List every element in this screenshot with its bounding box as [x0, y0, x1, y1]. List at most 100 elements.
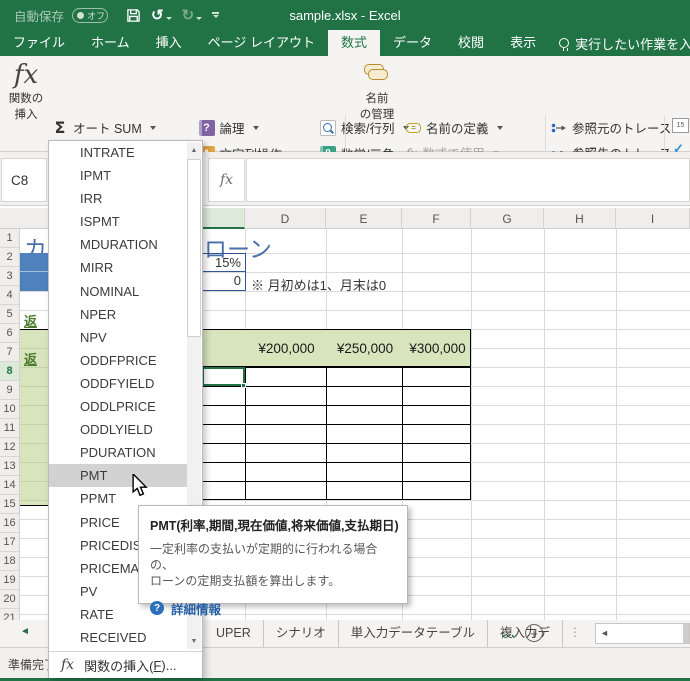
row-header[interactable]: 1	[0, 229, 19, 248]
row-header[interactable]: 17	[0, 533, 19, 552]
trace-precedents-icon	[551, 123, 566, 132]
formula-input[interactable]	[246, 158, 690, 202]
logical-icon: ?	[198, 119, 215, 136]
function-menu-item[interactable]: MDURATION	[49, 233, 188, 256]
hscroll-left-icon[interactable]: ◄	[600, 628, 609, 638]
function-menu-item[interactable]: IPMT	[49, 164, 188, 187]
row-header[interactable]: 5	[0, 305, 19, 324]
sheet-nav-left-icon[interactable]: ◄	[20, 626, 30, 637]
lookup-icon	[320, 119, 337, 136]
ribbon-autosum-button[interactable]: Σ オート SUM	[48, 115, 162, 140]
tooltip-line1: 一定利率の支払いが定期的に行われる場合の、	[150, 542, 378, 573]
row-header[interactable]: 19	[0, 571, 19, 590]
sheet-tab-overflow[interactable]: ...	[502, 626, 515, 640]
function-menu-item[interactable]: PMT	[49, 464, 188, 488]
ribbon-tabs: ファイル ホーム 挿入 ページ レイアウト 数式 データ 校閲 表示	[0, 30, 549, 56]
name-box[interactable]: C8	[1, 158, 47, 202]
row-header[interactable]: 12	[0, 438, 19, 457]
horizontal-scrollbar[interactable]: ◄	[595, 623, 690, 644]
ribbon-tab[interactable]: 表示	[497, 30, 549, 56]
sheet-tab[interactable]: シナリオ	[264, 620, 339, 647]
grid-line	[616, 229, 617, 620]
ribbon-logical-button[interactable]: ? 論理	[195, 115, 265, 140]
scrollbar-thumb[interactable]	[187, 159, 201, 337]
row-header[interactable]: 3	[0, 267, 19, 286]
row-header[interactable]: 18	[0, 552, 19, 571]
row-header[interactable]: 8	[0, 362, 19, 381]
row-header[interactable]: 20	[0, 590, 19, 609]
hscroll-thumb[interactable]	[683, 624, 689, 643]
cell-a2-a3-blue[interactable]	[20, 253, 48, 291]
loan-amount-cell[interactable]: ¥250,000	[327, 330, 403, 366]
cell-c3-type[interactable]: 0	[196, 272, 245, 290]
ribbon-tab[interactable]: 数式	[328, 30, 381, 56]
sheet-tab[interactable]: UPER	[204, 620, 264, 647]
column-header-c-active[interactable]	[202, 208, 245, 229]
loan-amount-cell[interactable]: ¥300,000	[403, 330, 472, 366]
tell-me-box[interactable]: 実行したい作業を入力してください	[559, 30, 690, 56]
column-header[interactable]: D	[245, 208, 326, 229]
row-header[interactable]: 13	[0, 457, 19, 476]
column-header[interactable]: E	[326, 208, 402, 229]
row-header[interactable]: 7	[0, 343, 19, 362]
function-menu-item[interactable]: ODDLPRICE	[49, 395, 188, 418]
cell-c2-rate[interactable]: 15%	[196, 254, 245, 272]
dropdown-caret-icon	[149, 125, 156, 130]
cell-a5-label[interactable]: 返	[24, 311, 37, 330]
ribbon-tab[interactable]: ファイル	[0, 30, 78, 56]
row-header[interactable]: 9	[0, 381, 19, 400]
function-menu-item[interactable]: ISPMT	[49, 210, 188, 233]
ribbon-tab[interactable]: ページ レイアウト	[195, 30, 328, 56]
sheet-tab[interactable]: 単入力データテーブル	[339, 620, 489, 647]
insert-function-button[interactable]: fx 関数の 挿入	[6, 60, 46, 122]
column-header[interactable]: I	[616, 208, 690, 229]
row-header[interactable]: 11	[0, 419, 19, 438]
row-header[interactable]: 2	[0, 248, 19, 267]
function-menu-item[interactable]: ODDLYIELD	[49, 418, 188, 441]
function-menu-item[interactable]: ODDFYIELD	[49, 372, 188, 395]
column-header[interactable]: H	[544, 208, 616, 229]
row-header[interactable]: 6	[0, 324, 19, 343]
function-menu-item[interactable]: ODDFPRICE	[49, 349, 188, 372]
column-header[interactable]: G	[471, 208, 544, 229]
row-header[interactable]: 14	[0, 476, 19, 495]
scroll-up-button[interactable]: ▲	[187, 142, 201, 158]
new-sheet-button[interactable]: +	[525, 624, 543, 642]
fill-handle[interactable]	[241, 383, 246, 388]
function-menu-item[interactable]: NOMINAL	[49, 280, 188, 303]
function-menu-item[interactable]: NPER	[49, 303, 188, 326]
function-menu-item[interactable]: PDURATION	[49, 441, 188, 464]
active-cell-c8[interactable]	[202, 367, 245, 386]
define-name-label: 名前の定義	[426, 122, 489, 136]
details-link[interactable]: 詳細情報	[171, 599, 221, 618]
define-name-button[interactable]: = 名前の定義	[406, 115, 522, 140]
row-header[interactable]: 16	[0, 514, 19, 533]
function-menu-item[interactable]: RECEIVED	[49, 626, 188, 649]
ribbon-tab[interactable]: 校閲	[445, 30, 497, 56]
row-header[interactable]: 15	[0, 495, 19, 514]
function-menu-item[interactable]: INTRATE	[49, 141, 188, 164]
row-header[interactable]: 21	[0, 609, 19, 620]
tooltip-link-row[interactable]: ? 詳細情報	[150, 599, 396, 618]
scroll-down-button[interactable]: ▼	[187, 633, 201, 649]
ribbon-tab[interactable]: 挿入	[143, 30, 195, 56]
function-menu-item[interactable]: IRR	[49, 187, 188, 210]
ribbon-tab[interactable]: データ	[380, 30, 445, 56]
loan-amount-cell[interactable]: ¥200,000	[246, 330, 327, 366]
ribbon-tab[interactable]: ホーム	[78, 30, 143, 56]
column-header[interactable]: F	[402, 208, 471, 229]
trace-precedents-button[interactable]: 参照元のトレース	[551, 115, 690, 140]
show-formulas-icon[interactable]: 15	[672, 118, 689, 133]
cell-d3-note[interactable]: ※ 月初めは1、月末は0	[251, 275, 386, 294]
name-manager-button[interactable]: 名前 の管理	[352, 60, 402, 122]
row-header[interactable]: 4	[0, 286, 19, 305]
function-menu-item[interactable]: MIRR	[49, 256, 188, 279]
row-header[interactable]: 10	[0, 400, 19, 419]
insert-function-menu-item[interactable]: fx 関数の挿入(F)...	[49, 651, 202, 678]
autosum-icon: Σ	[54, 118, 66, 137]
cell-a7-label[interactable]: 返	[24, 349, 37, 368]
lightbulb-icon	[559, 38, 570, 51]
insert-function-fx-button[interactable]: fx	[208, 158, 245, 202]
function-menu-item[interactable]: NPV	[49, 326, 188, 349]
tab-splitter-icon[interactable]: ⋮	[569, 625, 581, 639]
